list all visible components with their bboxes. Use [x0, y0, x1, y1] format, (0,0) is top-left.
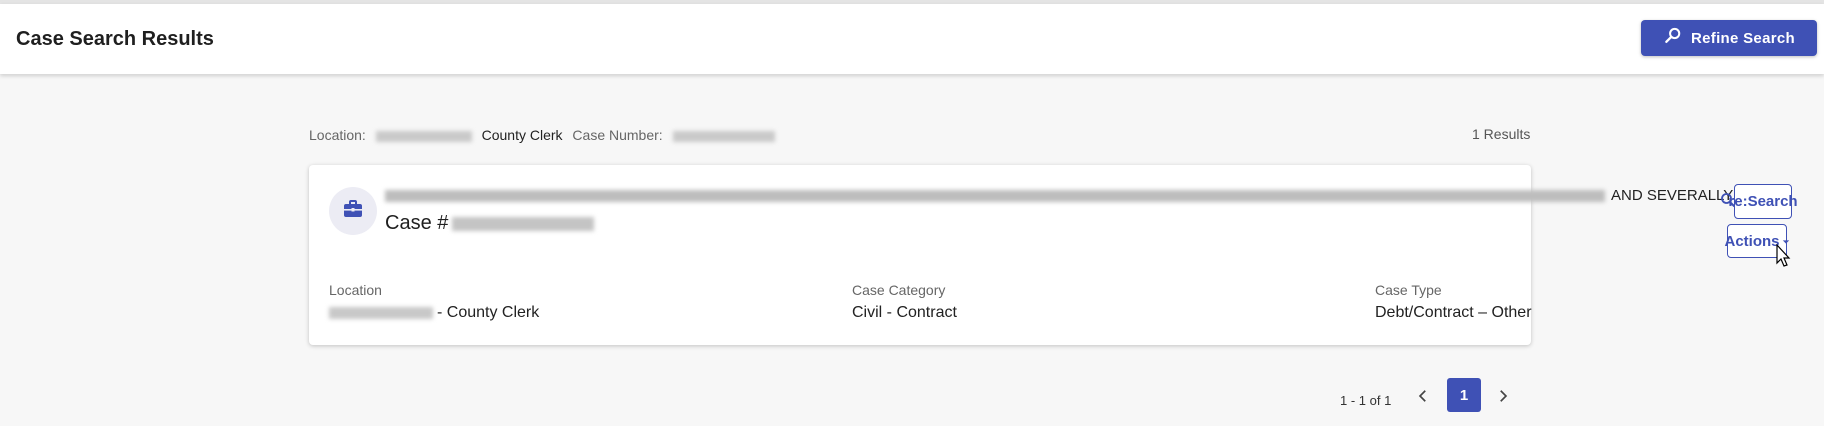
refine-search-label: Refine Search	[1691, 29, 1795, 47]
field-case-category-value: Civil - Contract	[852, 304, 957, 321]
redacted-county	[329, 306, 433, 319]
pagination-page-1[interactable]: 1	[1447, 378, 1481, 412]
field-case-type: Case Type Debt/Contract – Other	[1375, 282, 1532, 322]
criteria-location-label: Location:	[309, 127, 366, 143]
page-title: Case Search Results	[16, 28, 214, 50]
redacted-parties	[385, 190, 1605, 203]
field-case-category-label: Case Category	[852, 282, 946, 298]
field-location-value-row: - County Clerk	[329, 304, 539, 322]
field-case-type-label: Case Type	[1375, 282, 1442, 298]
research-label: re:Search	[1728, 193, 1798, 210]
field-location-value: - County Clerk	[437, 304, 540, 321]
field-location-label: Location	[329, 282, 382, 298]
page-header: Case Search Results Refine Search	[0, 4, 1824, 74]
criteria-case-number-label: Case Number:	[572, 127, 663, 143]
results-count: 1 Results	[1472, 126, 1531, 142]
briefcase-icon	[341, 197, 365, 226]
field-location: Location - County Clerk	[329, 282, 539, 322]
chevron-left-icon	[1414, 387, 1432, 410]
actions-label: Actions	[1724, 232, 1780, 250]
refine-search-button[interactable]: Refine Search	[1641, 20, 1817, 56]
parties-suffix: AND SEVERALLY	[1611, 187, 1734, 204]
field-case-category: Case Category Civil - Contract	[852, 282, 957, 322]
case-number[interactable]: Case #	[385, 212, 595, 235]
search-refine-icon	[1663, 26, 1683, 50]
mouse-cursor-icon	[1775, 243, 1791, 268]
case-result-card[interactable]: AND SEVERALLY Case # Location - County C…	[309, 165, 1733, 345]
redacted-case-id	[452, 216, 595, 231]
pagination-prev-button[interactable]	[1411, 386, 1435, 410]
case-number-prefix: Case #	[385, 212, 449, 234]
case-parties: AND SEVERALLY	[385, 187, 1785, 207]
pagination-next-button[interactable]	[1491, 386, 1515, 410]
research-button[interactable]: re:Search	[1728, 184, 1798, 219]
chevron-right-icon	[1494, 387, 1512, 410]
redacted-case-number	[672, 130, 775, 142]
pagination-range: 1 - 1 of 1	[1340, 393, 1392, 408]
field-case-type-value: Debt/Contract – Other	[1375, 304, 1532, 321]
criteria-location-suffix: County Clerk	[481, 127, 563, 143]
redacted-location	[375, 130, 472, 142]
case-avatar	[329, 187, 377, 235]
search-criteria: Location: County Clerk Case Number:	[309, 127, 781, 143]
